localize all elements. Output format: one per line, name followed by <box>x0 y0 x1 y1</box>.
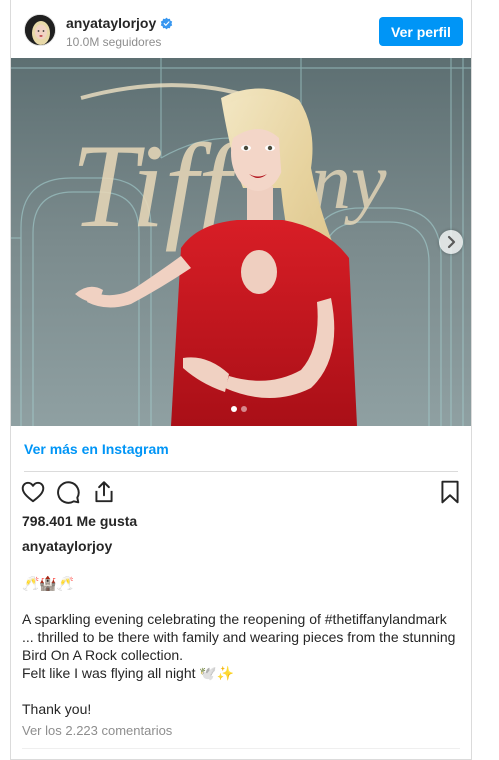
caption-line: A sparkling evening celebrating the reop… <box>22 611 447 627</box>
like-count: 798.401 Me gusta <box>22 513 138 529</box>
carousel-dot <box>241 406 247 412</box>
caption-line: Felt like I was flying all night 🕊️✨ <box>22 665 235 681</box>
post-username-label[interactable]: anyataylorjoy <box>66 15 156 31</box>
divider <box>22 748 460 749</box>
view-comments-link[interactable]: Ver los 2.223 comentarios <box>22 723 172 738</box>
like-button[interactable] <box>19 478 47 506</box>
bookmark-icon <box>441 480 459 504</box>
action-bar <box>11 478 471 510</box>
follower-count: 10.0M seguidores <box>66 35 162 49</box>
chevron-right-icon <box>447 235 456 249</box>
heart-icon <box>21 481 45 503</box>
caption-thanks: Thank you! <box>22 701 92 717</box>
post-photo[interactable]: Tiff ny <box>11 58 471 426</box>
post-header: anyataylorjoy 10.0M seguidores Ver perfi… <box>11 0 471 58</box>
instagram-embed-card: anyataylorjoy 10.0M seguidores Ver perfi… <box>10 0 472 760</box>
share-button[interactable] <box>90 478 118 506</box>
view-profile-button[interactable]: Ver perfil <box>379 17 463 46</box>
save-button[interactable] <box>436 478 464 506</box>
view-more-on-instagram-link[interactable]: Ver más en Instagram <box>24 441 169 457</box>
comment-button[interactable] <box>54 478 82 506</box>
post-photo-image: Tiff ny <box>11 58 471 426</box>
post-caption: 🥂🏰🥂 A sparkling evening celebrating the … <box>22 574 462 718</box>
carousel-indicator <box>231 406 247 412</box>
carousel-dot <box>231 406 237 412</box>
verified-badge-icon <box>160 17 173 33</box>
comment-icon <box>57 481 80 504</box>
avatar[interactable] <box>24 14 56 46</box>
post-username[interactable]: anyataylorjoy <box>66 15 173 33</box>
svg-text:ny: ny <box>311 138 387 226</box>
carousel-next-button[interactable] <box>439 230 463 254</box>
divider <box>24 471 458 472</box>
caption-emoji-line: 🥂🏰🥂 <box>22 575 75 591</box>
share-icon <box>95 481 113 503</box>
caption-line: Bird On A Rock collection. <box>22 647 184 663</box>
caption-line: ... thrilled to be there with family and… <box>22 629 456 645</box>
caption-username[interactable]: anyataylorjoy <box>22 538 112 554</box>
